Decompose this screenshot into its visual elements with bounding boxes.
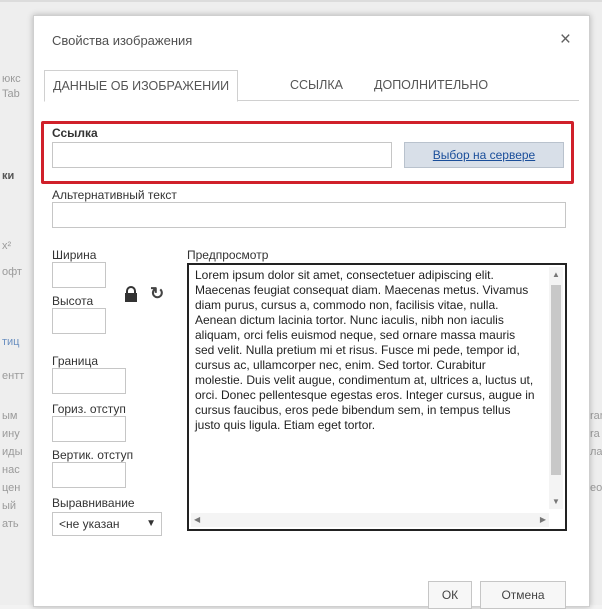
background-fragment: лал [590, 446, 602, 458]
border-label: Граница [52, 354, 99, 368]
background-fragment: x² [2, 240, 12, 252]
tab-bar: ДАННЫЕ ОБ ИЗОБРАЖЕНИИ ССЫЛКА ДОПОЛНИТЕЛЬ… [44, 70, 579, 102]
tab-image-info[interactable]: ДАННЫЕ ОБ ИЗОБРАЖЕНИИ [44, 70, 239, 102]
alt-text-label: Альтернативный текст [52, 188, 177, 202]
width-input[interactable] [52, 262, 106, 288]
background-fragment: ентт [2, 370, 25, 382]
link-input[interactable] [52, 142, 392, 168]
background-bar [0, 0, 602, 2]
align-selected-value: <не указан [59, 517, 120, 531]
preview-box[interactable]: Lorem ipsum dolor sit amet, consectetuer… [187, 263, 567, 531]
link-label: Ссылка [52, 126, 98, 140]
background-fragment: Tab [2, 88, 20, 100]
background-fragment: ину [2, 428, 20, 440]
browse-server-button[interactable]: Выбор на сервере [404, 142, 564, 168]
background-fragment: ать [2, 518, 19, 530]
height-input[interactable] [52, 308, 106, 334]
background-fragment: ео [590, 482, 602, 494]
background-fragment: иды [2, 446, 23, 458]
preview-text: Lorem ipsum dolor sit amet, consectetuer… [195, 268, 535, 432]
background-fragment: юкс [2, 73, 21, 85]
close-icon[interactable]: × [560, 29, 571, 51]
tab-advanced[interactable]: ДОПОЛНИТЕЛЬНО [374, 70, 488, 100]
vspace-label: Вертик. отступ [52, 448, 134, 462]
preview-horizontal-scrollbar[interactable]: ◀ ▶ [191, 513, 549, 527]
width-label: Ширина [52, 248, 97, 262]
scroll-right-icon[interactable]: ▶ [540, 515, 546, 524]
dialog-title: Свойства изображения [52, 33, 193, 48]
hspace-label: Гориз. отступ [52, 402, 126, 416]
preview-vertical-scrollbar[interactable]: ▲ ▼ [549, 267, 563, 509]
scroll-up-icon[interactable]: ▲ [552, 270, 560, 279]
background-fragment: ым [2, 410, 18, 422]
background-fragment: ra [590, 428, 600, 440]
vspace-input[interactable] [52, 462, 126, 488]
background-fragment: ки [2, 170, 15, 182]
background-fragment: тиц [2, 336, 20, 348]
reset-size-icon[interactable]: ↻ [150, 284, 164, 304]
background-fragment: ran [590, 410, 602, 422]
chevron-down-icon: ▼ [146, 518, 156, 529]
background-fragment: офт [2, 266, 22, 278]
tab-link[interactable]: ССЫЛКА [290, 70, 343, 100]
lock-icon[interactable] [124, 286, 138, 302]
border-input[interactable] [52, 368, 126, 394]
scroll-down-icon[interactable]: ▼ [552, 497, 560, 506]
background-fragment: нас [2, 464, 20, 476]
preview-label: Предпросмотр [187, 248, 269, 262]
scroll-thumb[interactable] [551, 285, 561, 475]
background-fragment: ый [2, 500, 17, 512]
height-label: Высота [52, 294, 94, 308]
align-label: Выравнивание [52, 496, 135, 510]
align-select[interactable]: <не указан ▼ [52, 512, 162, 536]
scroll-left-icon[interactable]: ◀ [194, 515, 200, 524]
alt-text-input[interactable] [52, 202, 566, 228]
hspace-input[interactable] [52, 416, 126, 442]
background-fragment: цен [2, 482, 21, 494]
image-properties-dialog: Свойства изображения × ДАННЫЕ ОБ ИЗОБРАЖ… [33, 15, 590, 609]
